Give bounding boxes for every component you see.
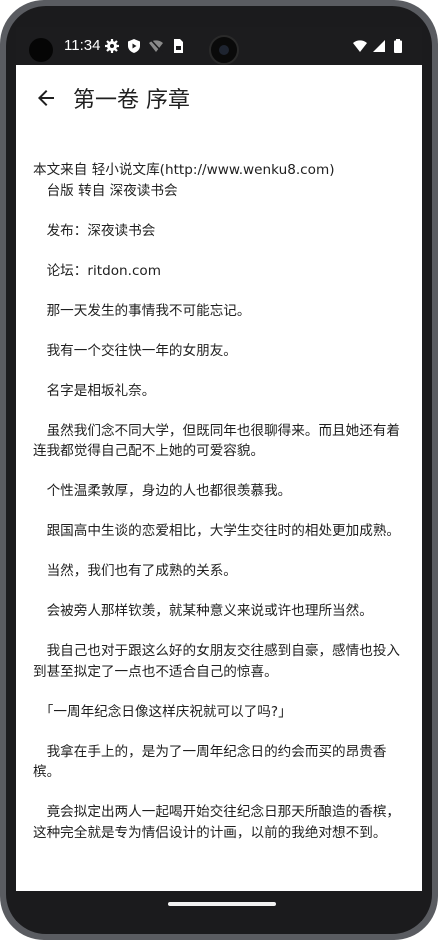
wifi-icon xyxy=(353,40,367,52)
page-title: 第一卷 序章 xyxy=(73,88,190,113)
camera-icon xyxy=(209,35,239,65)
sim-card-icon xyxy=(174,39,183,53)
chapter-content: 本文来自 轻小说文库(http://www.wenku8.com) 台版 转自 … xyxy=(33,160,409,863)
wifi-off-icon xyxy=(149,39,163,53)
gear-icon xyxy=(105,39,119,53)
paragraph: 虽然我们念不同大学，但既同年也很聊得来。而且她还有着连我都觉得自己配不上她的可爱… xyxy=(33,422,401,460)
arrow-back-icon[interactable] xyxy=(34,86,58,110)
signal-icon xyxy=(373,40,385,52)
paragraph: 我有一个交往快一年的女朋友。 xyxy=(33,342,237,359)
paragraph: 发布：深夜读书会 xyxy=(33,222,156,239)
front-camera-cutout xyxy=(29,38,53,62)
shield-play-icon xyxy=(128,39,140,53)
paragraph: 名字是相坂礼奈。 xyxy=(33,382,156,399)
paragraph: 我拿在手上的，是为了一周年纪念日的约会而买的昂贵香槟。 xyxy=(33,743,387,781)
gesture-handle[interactable] xyxy=(168,902,276,906)
paragraph: 论坛：ritdon.com xyxy=(33,262,161,279)
paragraph: 竟会拟定出两人一起喝开始交往纪念日那天所酿造的香槟，这种完全就是专为情侣设计的计… xyxy=(33,804,401,841)
paragraph: 「一周年纪念日像这样庆祝就可以了吗?」 xyxy=(33,703,292,720)
paragraph: 我自己也对于跟这么好的女朋友交往感到自豪，感情也投入到甚至拟定了一点也不适合自己… xyxy=(33,643,401,680)
paragraph: 那一天发生的事情我不可能忘记。 xyxy=(33,302,251,319)
paragraph: 跟国高中生谈的恋爱相比，大学生交往时的相处更加成熟。 xyxy=(33,523,401,539)
navigation-bar xyxy=(16,891,422,921)
paragraph: 会被旁人那样钦羡，就某种意义来说或许也理所当然。 xyxy=(33,603,373,619)
paragraph: 当然，我们也有了成熟的关系。 xyxy=(33,563,237,579)
battery-icon xyxy=(394,39,402,53)
paragraph: 本文来自 轻小说文库(http://www.wenku8.com) 台版 转自 … xyxy=(33,162,335,199)
paragraph: 个性温柔敦厚，身边的人也都很羡慕我。 xyxy=(33,483,292,499)
status-time: 11:34 xyxy=(64,37,101,54)
